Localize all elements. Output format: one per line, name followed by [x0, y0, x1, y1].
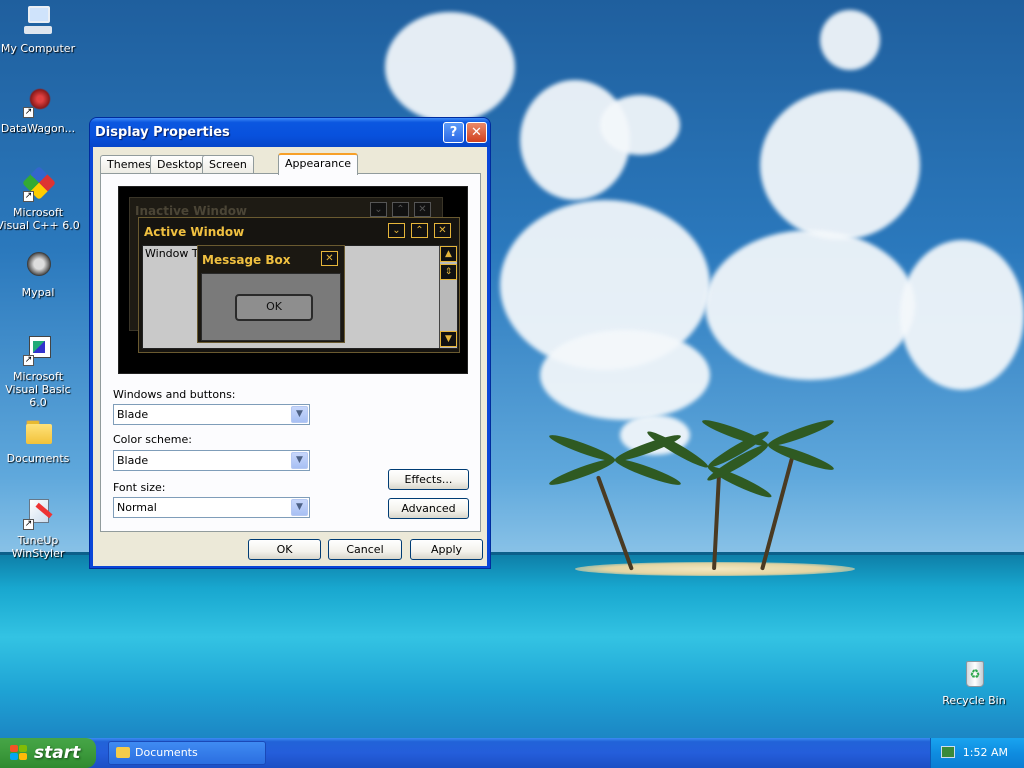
display-properties-window: Display Properties ? ✕ Themes Desktop Sc… — [89, 117, 491, 569]
tab-desktop[interactable]: Desktop — [150, 155, 210, 174]
preview-message-title: Message Box — [202, 253, 291, 267]
ok-button[interactable]: OK — [248, 539, 321, 560]
cloud — [820, 10, 880, 70]
preview-maximize-icon: ⌃ — [392, 202, 409, 217]
visual-cpp-icon: ↗ — [21, 166, 56, 202]
font-size-select[interactable]: Normal ▼ — [113, 497, 310, 518]
winstyler-icon: ↗ — [21, 496, 55, 530]
desktop-icon-datawagon[interactable]: ↗ DataWagon... — [0, 84, 80, 135]
start-label: start — [34, 743, 81, 763]
desktop-icon-tuneup-winstyler[interactable]: ↗ TuneUp WinStyler — [0, 496, 80, 560]
desktop-icon-label: Microsoft Visual Basic 6.0 — [5, 370, 71, 409]
shortcut-arrow-icon: ↗ — [23, 191, 34, 202]
cloud — [540, 330, 710, 420]
chevron-down-icon[interactable]: ▼ — [291, 406, 308, 423]
folder-icon — [116, 747, 130, 758]
network-icon[interactable] — [941, 746, 955, 758]
advanced-button[interactable]: Advanced — [388, 498, 469, 519]
color-scheme-value: Blade — [117, 454, 149, 467]
desktop-icon-label: TuneUp WinStyler — [11, 534, 65, 560]
preview-scroll-up-icon: ▲ — [440, 246, 457, 262]
preview-close-icon: ✕ — [414, 202, 431, 217]
window-client-area: Themes Desktop Screen Saver Appearance I… — [93, 147, 487, 566]
desktop-icon-recycle-bin[interactable]: ♻ Recycle Bin — [932, 656, 1016, 707]
desktop-icon-label: Documents — [6, 452, 70, 465]
raccoon-icon — [21, 248, 55, 282]
appearance-preview: Inactive Window ⌄ ⌃ ✕ Active Window ⌄ ⌃ … — [118, 186, 468, 374]
desktop-icon-mypal[interactable]: Mypal — [0, 248, 80, 299]
windows-logo-icon — [10, 745, 28, 761]
datawagon-icon: ↗ — [21, 84, 55, 118]
preview-scroll-thumb-icon: ⇕ — [440, 264, 457, 280]
preview-scroll-down-icon: ▼ — [440, 331, 457, 347]
preview-message-body: OK — [201, 273, 341, 341]
preview-maximize-icon: ⌃ — [411, 223, 428, 238]
desktop-icon-label: Mypal — [21, 286, 55, 299]
cloud — [900, 240, 1024, 390]
appearance-panel: Inactive Window ⌄ ⌃ ✕ Active Window ⌄ ⌃ … — [100, 173, 481, 532]
desktop-icon-visual-basic[interactable]: ↗ Microsoft Visual Basic 6.0 — [0, 332, 80, 409]
windows-buttons-label: Windows and buttons: — [113, 388, 236, 401]
sea — [0, 555, 1024, 738]
preview-active-title: Active Window — [144, 225, 245, 239]
window-title: Display Properties — [95, 125, 230, 140]
font-size-value: Normal — [117, 501, 157, 514]
chevron-down-icon[interactable]: ▼ — [291, 452, 308, 469]
preview-minimize-icon: ⌄ — [370, 202, 387, 217]
computer-icon — [21, 4, 55, 38]
desktop-icon-label: Microsoft Visual C++ 6.0 — [0, 206, 80, 232]
cloud — [600, 95, 680, 155]
start-button[interactable]: start — [0, 738, 96, 768]
visual-basic-icon: ↗ — [21, 332, 55, 366]
preview-message-box: Message Box ✕ OK — [197, 245, 345, 343]
cancel-button[interactable]: Cancel — [328, 539, 402, 560]
help-button[interactable]: ? — [443, 122, 464, 143]
taskbar: start Documents 1:52 AM — [0, 738, 1024, 768]
preview-minimize-icon: ⌄ — [388, 223, 405, 238]
help-icon: ? — [449, 125, 458, 140]
desktop-icon-label: Recycle Bin — [942, 694, 1006, 707]
taskbar-item-label: Documents — [135, 746, 198, 759]
font-size-label: Font size: — [113, 481, 166, 494]
title-bar[interactable]: Display Properties ? ✕ — [90, 118, 490, 147]
color-scheme-select[interactable]: Blade ▼ — [113, 450, 310, 471]
cloud — [760, 90, 920, 240]
clock[interactable]: 1:52 AM — [963, 746, 1008, 759]
desktop-icon-label: DataWagon... — [0, 122, 76, 135]
desktop-icon-label: My Computer — [0, 42, 76, 55]
recycle-bin-icon: ♻ — [957, 656, 991, 690]
tab-appearance[interactable]: Appearance — [278, 153, 359, 175]
preview-ok-button: OK — [235, 294, 313, 321]
preview-scrollbar: ▲ ⇕ ▼ — [439, 246, 457, 348]
close-icon: ✕ — [471, 125, 482, 140]
desktop-icon-visual-cpp[interactable]: ↗ Microsoft Visual C++ 6.0 — [0, 166, 80, 232]
shortcut-arrow-icon: ↗ — [23, 519, 34, 530]
desktop-icon-my-computer[interactable]: My Computer — [0, 4, 80, 55]
windows-buttons-select[interactable]: Blade ▼ — [113, 404, 310, 425]
folder-icon — [21, 414, 55, 448]
chevron-down-icon[interactable]: ▼ — [291, 499, 308, 516]
shortcut-arrow-icon: ↗ — [23, 107, 34, 118]
cloud — [385, 12, 515, 122]
color-scheme-label: Color scheme: — [113, 433, 192, 446]
cloud — [705, 230, 915, 380]
taskbar-item-documents[interactable]: Documents — [108, 741, 266, 765]
preview-close-icon: ✕ — [321, 251, 338, 266]
tab-screen-saver[interactable]: Screen Saver — [202, 155, 254, 188]
shortcut-arrow-icon: ↗ — [23, 355, 34, 366]
preview-close-icon: ✕ — [434, 223, 451, 238]
system-tray: 1:52 AM — [930, 738, 1024, 768]
windows-buttons-value: Blade — [117, 408, 149, 421]
close-button[interactable]: ✕ — [466, 122, 487, 143]
desktop-icon-documents[interactable]: Documents — [0, 414, 80, 465]
apply-button[interactable]: Apply — [410, 539, 483, 560]
preview-inactive-title: Inactive Window — [135, 204, 248, 218]
effects-button[interactable]: Effects... — [388, 469, 469, 490]
